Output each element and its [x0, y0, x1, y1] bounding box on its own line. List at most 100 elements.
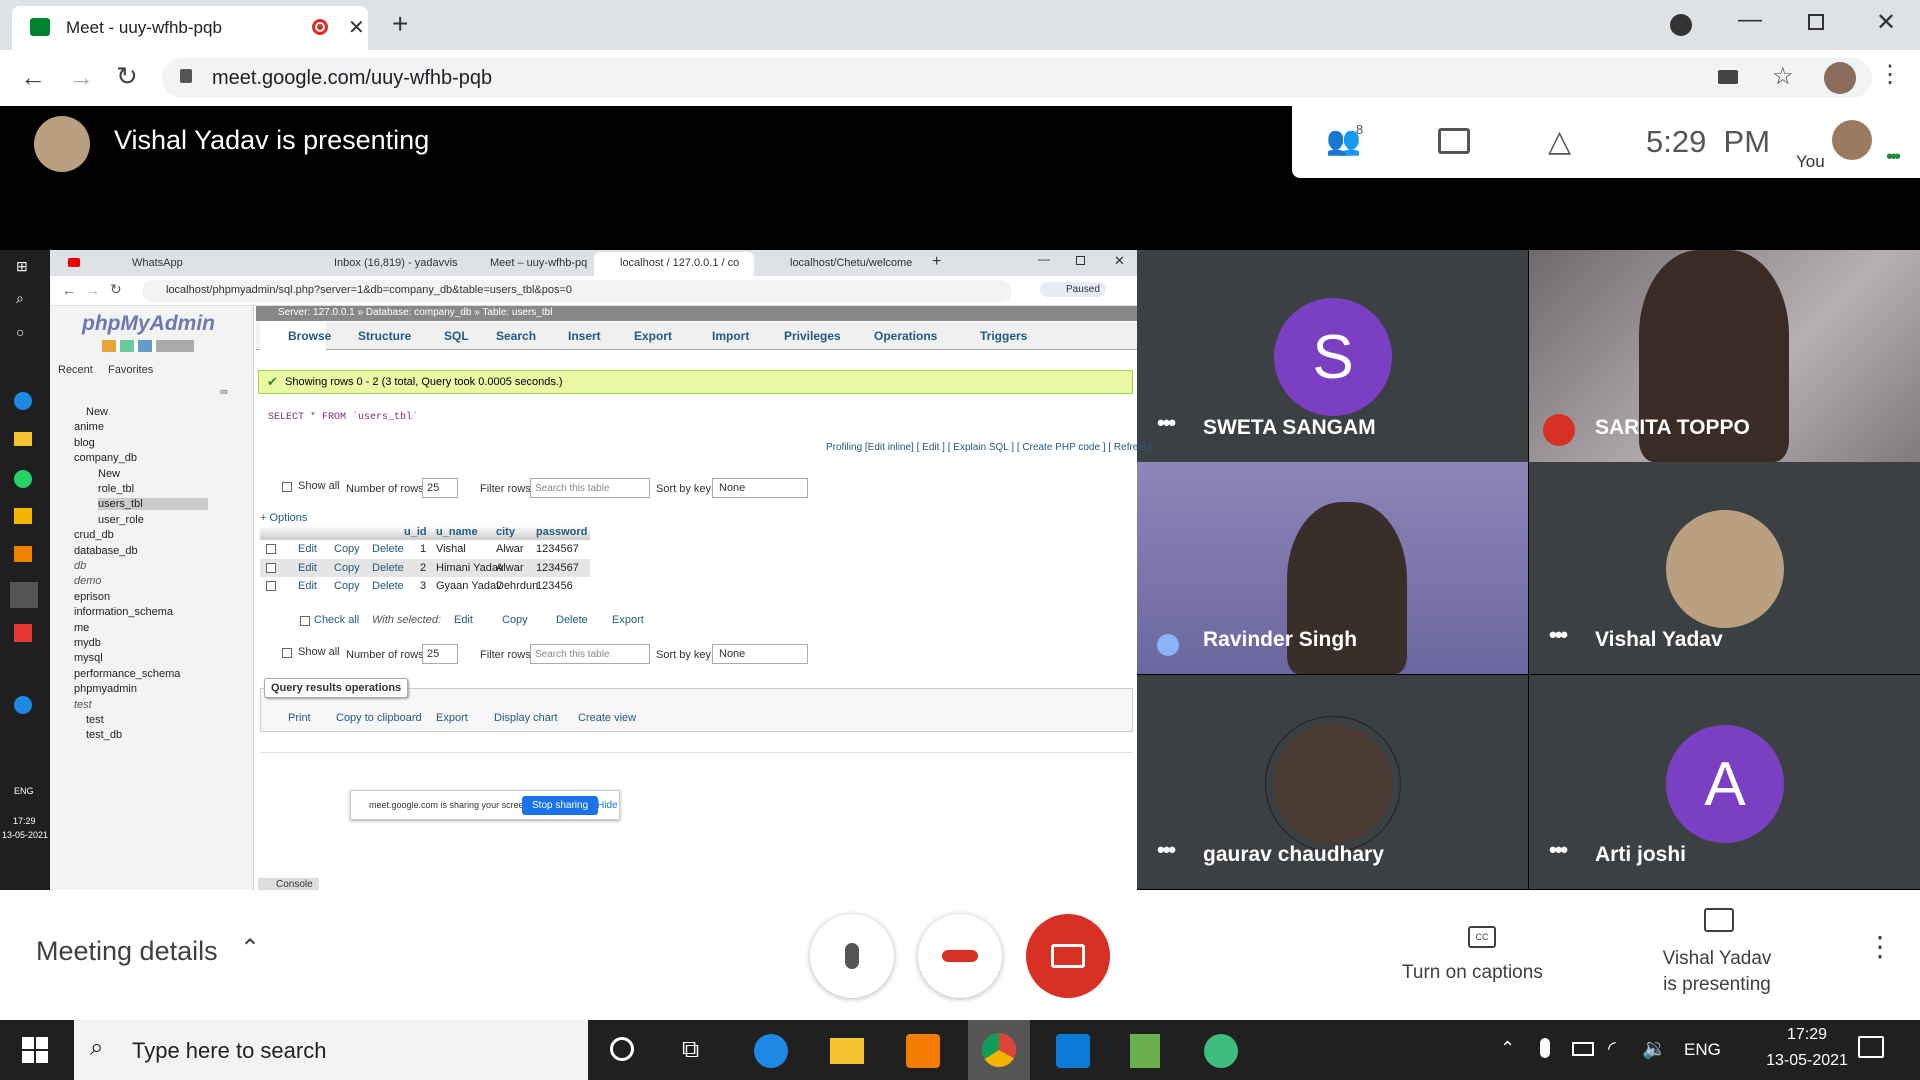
- col-u_name[interactable]: u_name: [436, 526, 478, 538]
- row-copy[interactable]: Copy: [334, 580, 360, 592]
- tab-triggers[interactable]: Triggers: [952, 322, 1035, 350]
- tab-structure[interactable]: Structure: [330, 322, 419, 350]
- tab-search-icon[interactable]: [1670, 14, 1692, 36]
- check-all-checkbox[interactable]: [300, 616, 310, 626]
- volume-tray-icon[interactable]: 🔉: [1642, 1036, 1667, 1061]
- participant-tile[interactable]: A ••• Arti joshi: [1529, 675, 1920, 889]
- inner-back-icon[interactable]: ←: [62, 282, 76, 298]
- reload-icon[interactable]: ↻: [116, 61, 138, 92]
- explorer-taskbar-icon[interactable]: [830, 1038, 864, 1064]
- filter-input-2[interactable]: Search this table: [530, 644, 650, 664]
- inner-paused-badge[interactable]: Paused: [1040, 282, 1106, 297]
- close-window-icon[interactable]: ✕: [1876, 8, 1896, 37]
- row-copy[interactable]: Copy: [334, 562, 360, 574]
- presenting-label-line2[interactable]: is presenting: [1660, 974, 1774, 996]
- inner-tab[interactable]: Meet – uuy-wfhb-pq: [464, 252, 614, 276]
- stop-sharing-button[interactable]: Stop sharing: [522, 796, 599, 815]
- favorites-tab[interactable]: Favorites: [108, 364, 153, 376]
- more-options-icon[interactable]: •••: [1157, 410, 1176, 436]
- profiling-links[interactable]: Profiling [Edit inline] [ Edit ] [ Expla…: [826, 442, 1152, 453]
- bulk-edit[interactable]: Edit: [454, 614, 473, 626]
- tab-operations[interactable]: Operations: [846, 322, 945, 350]
- db-tree-item[interactable]: users_tbl: [98, 498, 208, 511]
- qro-print[interactable]: Print: [288, 712, 311, 724]
- bulk-export[interactable]: Export: [612, 614, 644, 626]
- filter-input[interactable]: Search this table: [530, 478, 650, 498]
- chevron-up-icon[interactable]: ⌃: [240, 934, 260, 963]
- new-tab-icon[interactable]: +: [392, 8, 408, 40]
- more-options-icon[interactable]: ⋮: [1866, 930, 1894, 963]
- num-rows-select-2[interactable]: 25: [422, 644, 458, 664]
- inner-new-tab-icon[interactable]: +: [932, 253, 941, 271]
- more-options-icon[interactable]: •••: [1549, 622, 1568, 648]
- qro-export[interactable]: Export: [436, 712, 468, 724]
- row-checkbox[interactable]: [266, 562, 276, 573]
- row-delete[interactable]: Delete: [372, 562, 404, 574]
- inner-restore-icon[interactable]: [1076, 256, 1085, 265]
- check-all-label[interactable]: Check all: [314, 614, 359, 626]
- recent-tab[interactable]: Recent: [58, 364, 93, 376]
- taskbar-date[interactable]: 13-05-2021: [1762, 1052, 1852, 1070]
- bulk-delete[interactable]: Delete: [556, 614, 588, 626]
- show-all-checkbox[interactable]: [282, 482, 292, 492]
- close-tab-icon[interactable]: ✕: [348, 15, 365, 40]
- row-copy[interactable]: Copy: [334, 543, 360, 555]
- participant-tile[interactable]: SARITA TOPPO: [1529, 250, 1920, 462]
- windows-start-icon[interactable]: [22, 1037, 48, 1063]
- pma-nav-icons[interactable]: [102, 340, 194, 352]
- taskbar-search[interactable]: ⌕ Type here to search: [74, 1020, 588, 1080]
- row-edit[interactable]: Edit: [298, 562, 317, 574]
- browser-tab[interactable]: Meet - uuy-wfhb-pqb ✕: [12, 6, 368, 50]
- taskbar-lang[interactable]: ENG: [1684, 1040, 1721, 1060]
- inner-tab-active[interactable]: localhost / 127.0.0.1 / co: [594, 252, 754, 276]
- captions-button[interactable]: Turn on captions: [1402, 962, 1543, 984]
- table-row[interactable]: Edit Copy Delete 2 Himani Yadav Alwar 1234567: [260, 558, 590, 577]
- restore-icon[interactable]: [1808, 14, 1824, 30]
- inner-tab[interactable]: Inbox (16,819) - yadavvis: [308, 252, 458, 276]
- more-options-icon[interactable]: •••: [1157, 837, 1176, 863]
- menu-dots-icon[interactable]: ⋮: [1878, 60, 1902, 89]
- db-tree-item[interactable]: mysql: [74, 652, 103, 664]
- mic-button[interactable]: [810, 914, 894, 998]
- db-tree-item[interactable]: anime: [74, 421, 104, 433]
- col-city[interactable]: city: [496, 526, 515, 538]
- self-dots-icon[interactable]: •••: [1886, 146, 1901, 169]
- inner-tab[interactable]: WhatsApp: [94, 252, 304, 276]
- more-options-icon[interactable]: •••: [1549, 837, 1568, 863]
- num-rows-select[interactable]: 25: [422, 478, 458, 498]
- row-edit[interactable]: Edit: [298, 580, 317, 592]
- row-checkbox[interactable]: [266, 544, 276, 554]
- activities-icon[interactable]: △: [1548, 124, 1571, 159]
- participant-tile[interactable]: ••• gaurav chaudhary: [1137, 675, 1528, 889]
- tab-export[interactable]: Export: [606, 322, 680, 350]
- inner-forward-icon[interactable]: →: [86, 282, 100, 298]
- db-tree-item[interactable]: mydb: [74, 637, 101, 649]
- db-tree-item[interactable]: database_db: [74, 545, 138, 557]
- db-tree-item[interactable]: test: [86, 714, 104, 726]
- camera-icon[interactable]: [1718, 70, 1738, 84]
- db-tree-item[interactable]: performance_schema: [74, 668, 180, 680]
- inner-reload-icon[interactable]: ↻: [110, 281, 122, 298]
- db-tree-item[interactable]: role_tbl: [98, 483, 134, 495]
- back-icon[interactable]: ←: [20, 62, 46, 93]
- present-icon[interactable]: [1704, 908, 1734, 932]
- taskbar-time[interactable]: 17:29: [1762, 1026, 1852, 1044]
- sort-select[interactable]: None: [712, 478, 808, 498]
- inner-minimize-icon[interactable]: —: [1038, 252, 1050, 266]
- col-u_id[interactable]: u_id: [404, 526, 427, 538]
- db-tree-item[interactable]: demo: [74, 575, 102, 587]
- participant-tile[interactable]: Ravinder Singh: [1137, 462, 1528, 674]
- mic-tray-icon[interactable]: [1540, 1038, 1550, 1058]
- xampp-taskbar-icon[interactable]: [906, 1034, 940, 1068]
- forward-icon[interactable]: →: [68, 62, 94, 93]
- chevron-up-tray-icon[interactable]: ⌃: [1500, 1038, 1515, 1059]
- collapse-link-icon[interactable]: ∞: [220, 386, 228, 398]
- qro-create-view[interactable]: Create view: [578, 712, 636, 724]
- cortana-icon[interactable]: [610, 1037, 634, 1061]
- db-tree-item[interactable]: company_db: [74, 452, 137, 464]
- row-delete[interactable]: Delete: [372, 580, 404, 592]
- participant-tile[interactable]: ••• Vishal Yadav: [1529, 462, 1920, 674]
- db-tree-item[interactable]: crud_db: [74, 529, 114, 541]
- row-checkbox[interactable]: [266, 581, 276, 591]
- minimize-icon[interactable]: —: [1738, 6, 1762, 34]
